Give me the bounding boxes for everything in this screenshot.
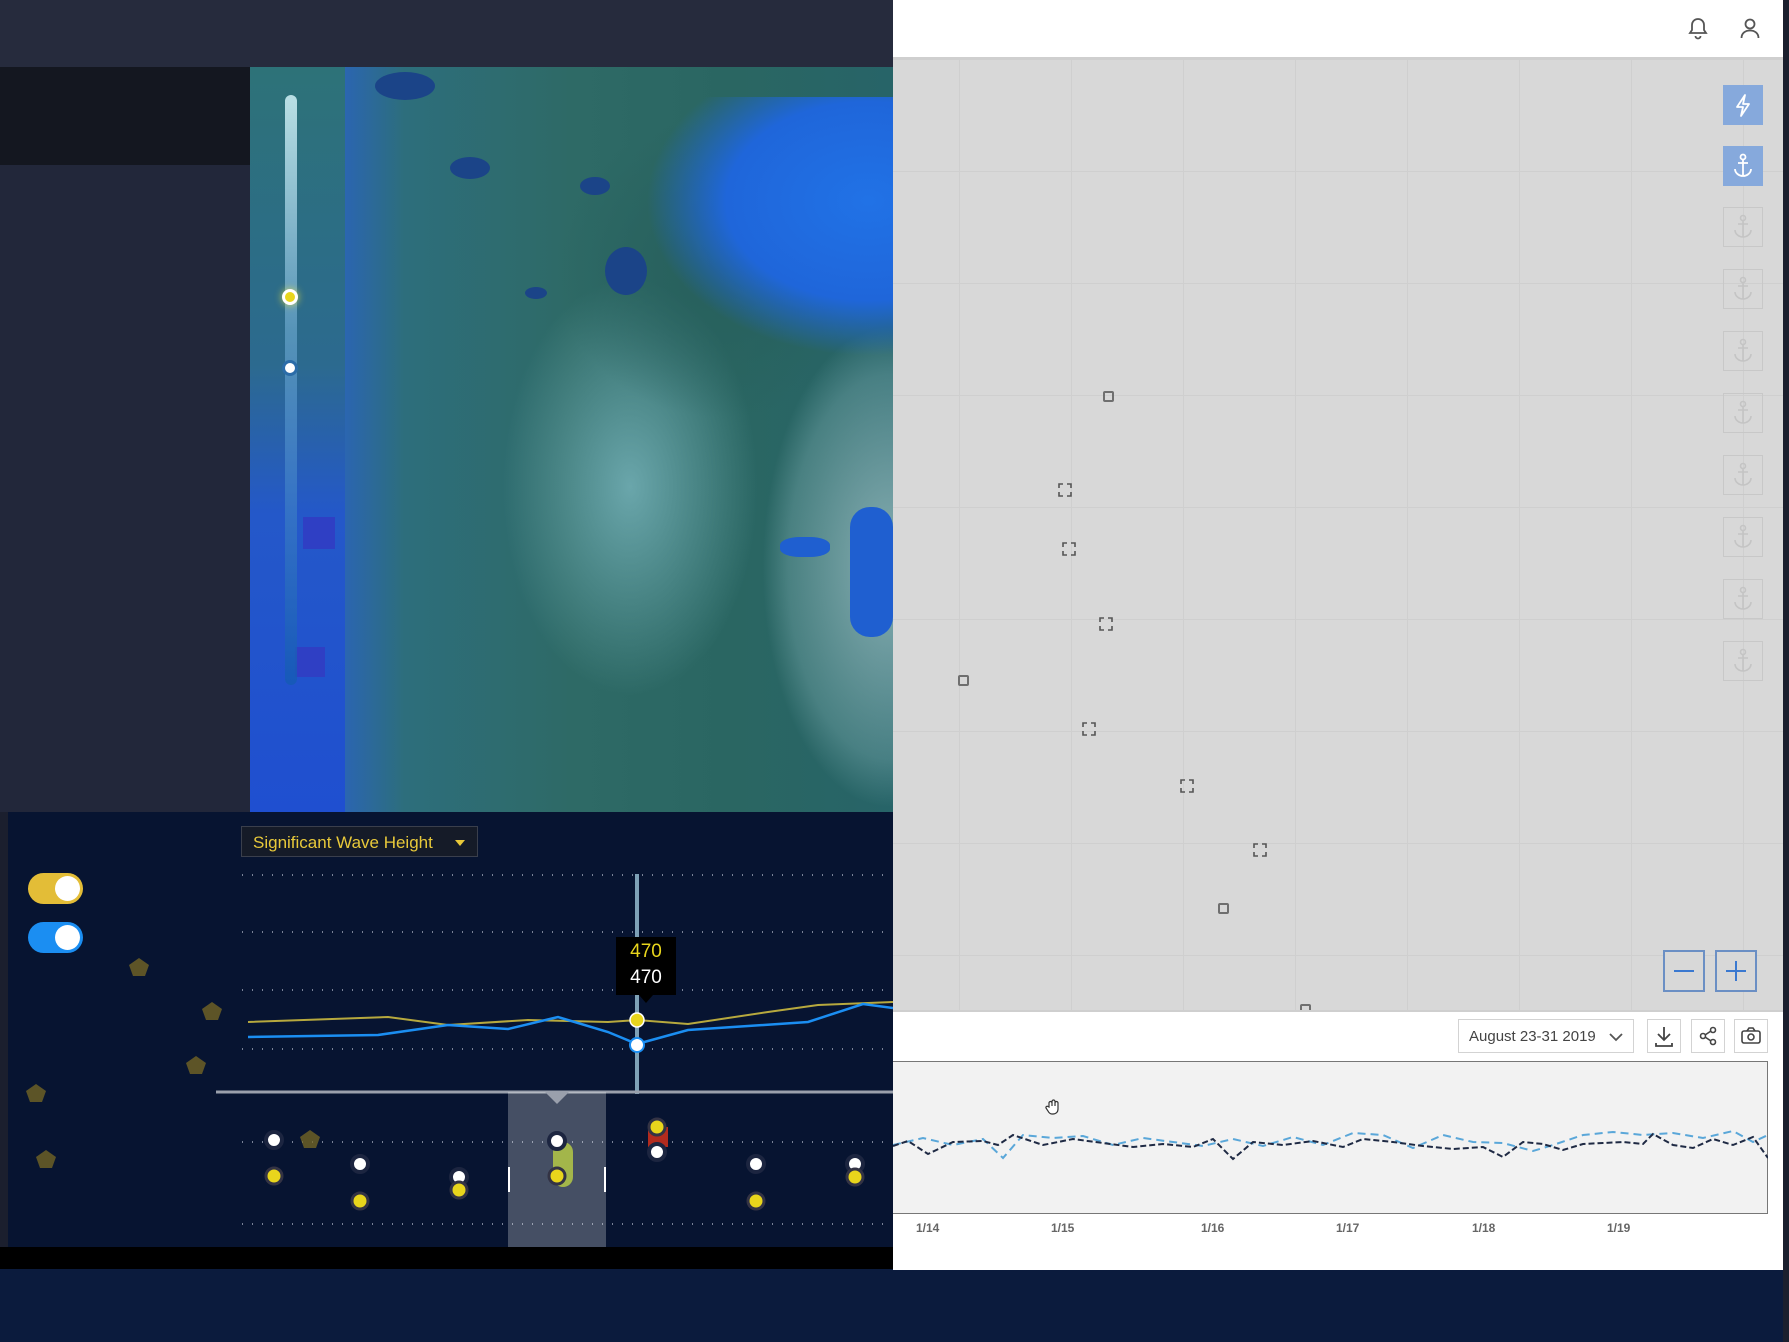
tooltip-value-yellow: 470 [630,941,662,962]
anchor-icon [1734,648,1752,672]
map-bay [645,97,893,357]
left-side-panel [0,67,250,812]
anchor-button-active[interactable] [1723,146,1763,186]
lightning-icon [1736,94,1750,117]
map-lake [525,287,547,299]
map-lake [375,72,435,100]
left-panel-header [0,67,250,165]
timeseries-chart [26,874,893,1247]
anchor-button[interactable] [1723,207,1763,247]
download-button[interactable] [1647,1019,1681,1053]
x-tick-label: 1/14 [916,1221,940,1235]
date-range-label: August 23-31 2019 [1469,1028,1596,1045]
anchor-icon [1734,153,1752,177]
date-range-dropdown[interactable]: August 23-31 2019 [1458,1019,1634,1053]
anchor-icon [1734,214,1752,238]
map-lake [605,247,647,295]
x-tick-label: 1/19 [1607,1221,1631,1235]
map-marker-bracket[interactable] [1062,542,1076,556]
anchor-icon [1734,586,1752,610]
x-tick-label: 1/15 [1051,1221,1075,1235]
map-lake [580,177,610,195]
anchor-button[interactable] [1723,331,1763,371]
x-tick-label: 1/18 [1472,1221,1496,1235]
map-lake [450,157,490,179]
series-line-blue [247,1002,893,1046]
anchor-icon [1734,400,1752,424]
user-icon[interactable] [1738,16,1762,40]
vertical-range-slider[interactable] [285,95,297,685]
slider-handle-yellow[interactable] [282,289,298,305]
map-lake [780,537,830,557]
bottom-map-strip [0,1269,1789,1342]
right-map-view[interactable] [893,59,1783,1010]
anchor-button[interactable] [1723,393,1763,433]
map-marker-bracket[interactable] [1082,722,1096,736]
share-button[interactable] [1691,1019,1725,1053]
zoom-in-button[interactable] [1715,950,1757,992]
mini-timeseries-chart[interactable] [893,1061,1768,1214]
map-ocean [250,67,345,812]
map-overlay-square [295,647,325,677]
x-tick-label: 1/17 [1336,1221,1360,1235]
download-icon [1655,1027,1673,1047]
tooltip-value-white: 470 [630,967,662,988]
map-marker-bracket[interactable] [1099,617,1113,631]
value-tooltip: 470 470 [616,937,676,995]
anchor-icon [1734,338,1752,362]
tooltip-arrow [639,995,653,1003]
bell-icon[interactable] [1686,16,1710,40]
anchor-button[interactable] [1723,455,1763,495]
anchor-button[interactable] [1723,641,1763,681]
cursor-point-yellow [629,1012,645,1028]
map-marker-square[interactable] [1103,391,1114,402]
screenshot-button[interactable] [1734,1019,1768,1053]
anchor-button[interactable] [1723,269,1763,309]
slider-handle-white[interactable] [282,360,298,376]
lightning-button[interactable] [1723,85,1763,125]
satellite-map[interactable] [250,67,893,812]
anchor-button[interactable] [1723,579,1763,619]
x-tick-label: 1/16 [1201,1221,1225,1235]
right-edge-strip [1783,0,1789,1342]
hand-cursor-icon [1045,1099,1059,1115]
map-marker-bracket[interactable] [1253,843,1267,857]
anchor-icon [1734,276,1752,300]
plus-icon [1726,961,1746,981]
zoom-out-button[interactable] [1663,950,1705,992]
map-marker-square[interactable] [958,675,969,686]
camera-icon [1741,1027,1761,1044]
cursor-point-blue [629,1037,645,1053]
left-top-bar [0,0,893,67]
map-lake [850,507,893,637]
mini-series-observed [893,1132,1768,1161]
map-marker-bracket[interactable] [1180,779,1194,793]
share-icon [1699,1026,1717,1046]
mini-chart-plot [893,1129,1768,1161]
panel-bottom-bar [0,1247,893,1269]
map-overlay-square [303,517,335,549]
chevron-down-icon [1609,1033,1623,1042]
anchor-button[interactable] [1723,517,1763,557]
map-marker-bracket[interactable] [1058,483,1072,497]
anchor-icon [1734,524,1752,548]
minus-icon [1674,970,1694,972]
anchor-icon [1734,462,1752,486]
map-marker-square[interactable] [1218,903,1229,914]
right-header-bar [893,0,1783,59]
